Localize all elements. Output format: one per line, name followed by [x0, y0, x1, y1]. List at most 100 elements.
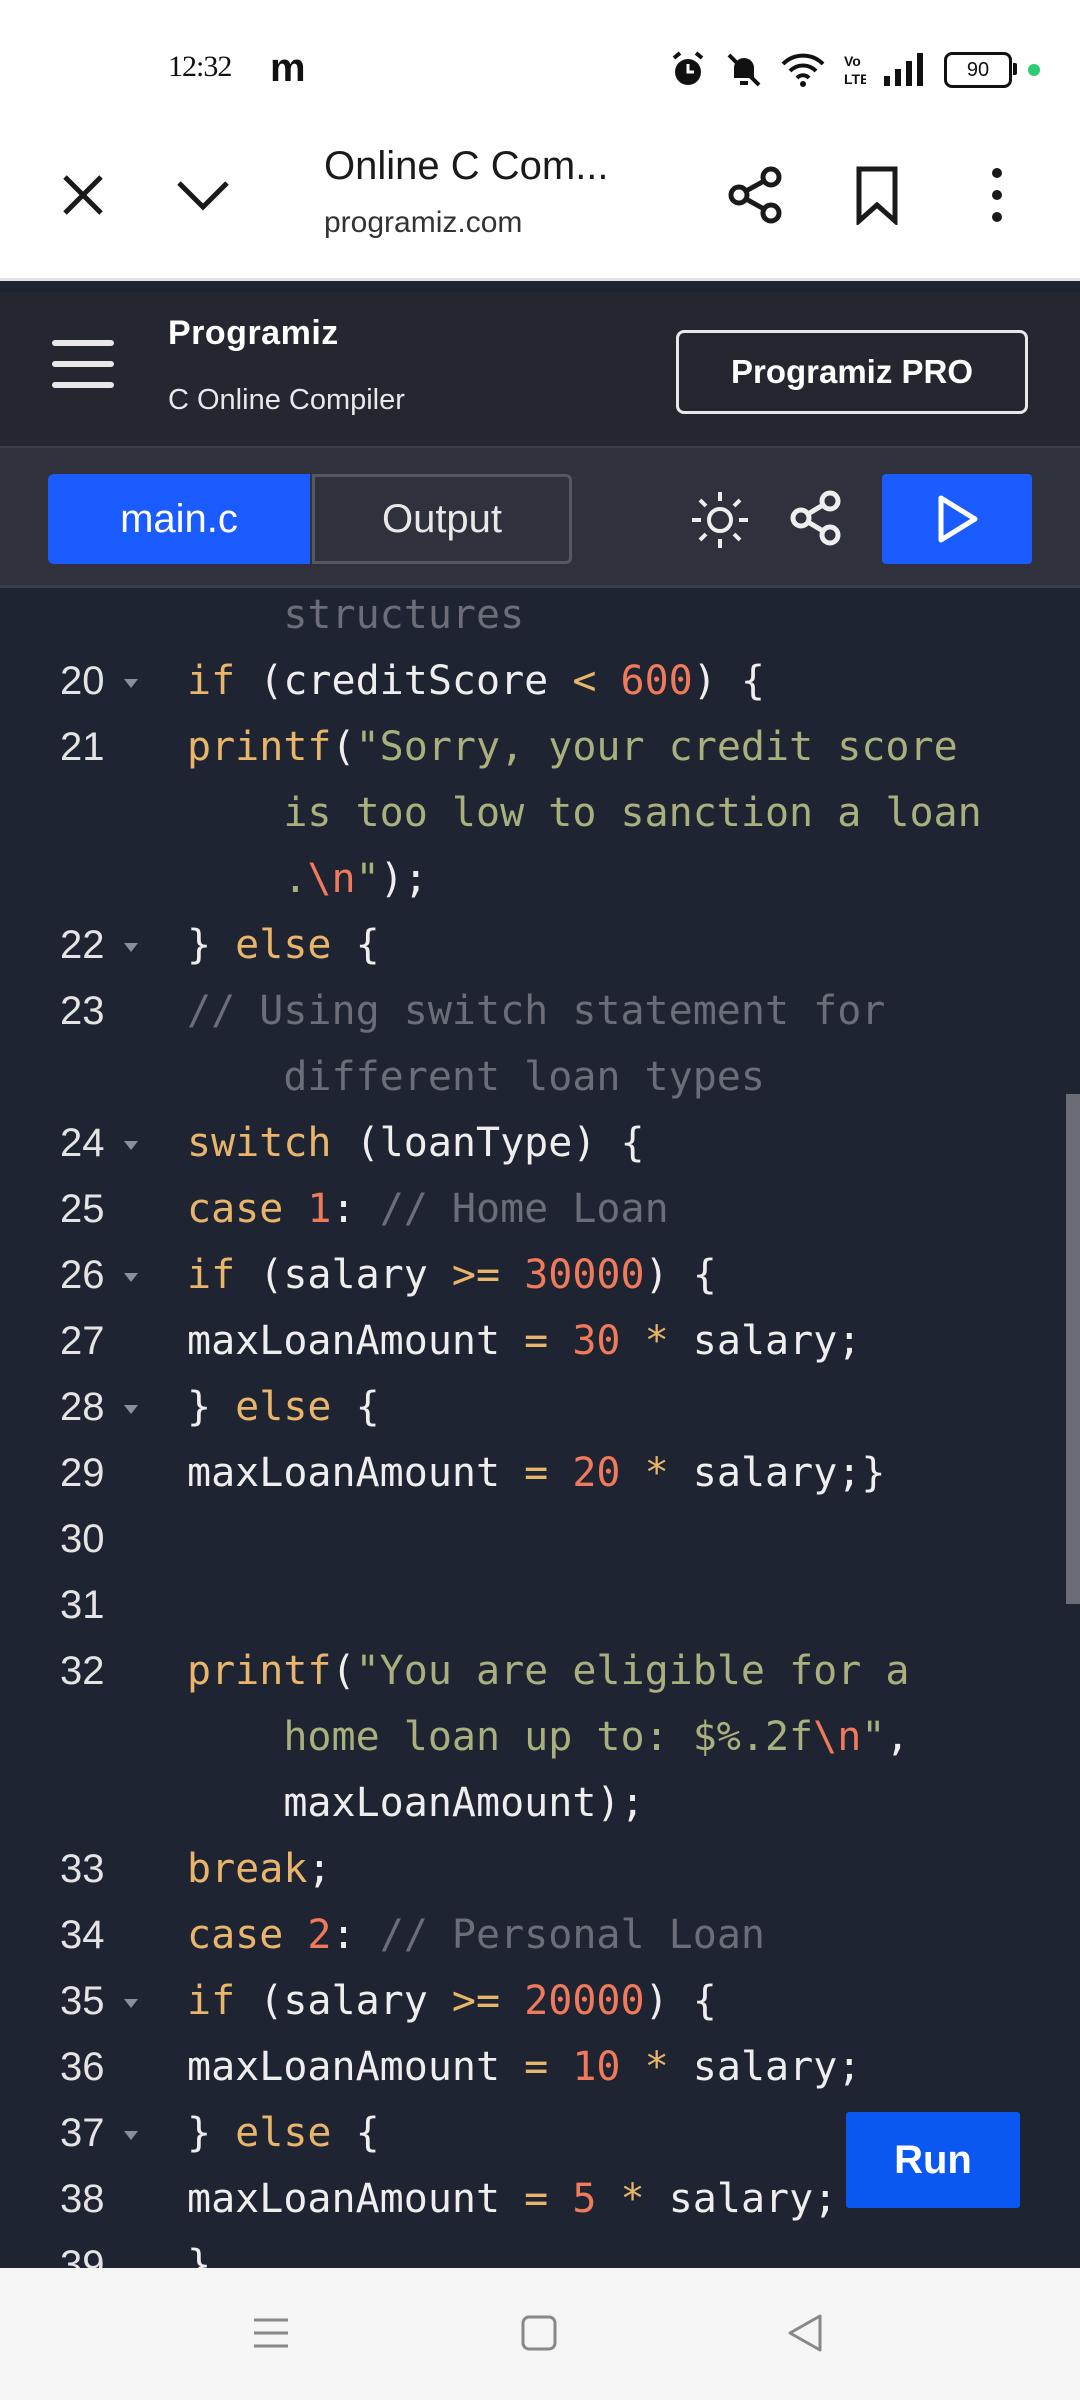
run-button[interactable]: Run [846, 2112, 1020, 2208]
code-text: if (creditScore < 600) { [187, 648, 765, 714]
code-line[interactable]: different loan types [0, 1044, 1080, 1110]
code-line[interactable]: 32 printf("You are eligible for a [0, 1638, 1080, 1704]
code-token-num: 20000 [524, 1978, 645, 2024]
code-token-fn: printf [187, 1648, 332, 1694]
code-token-pl: salary; [644, 2176, 838, 2222]
share-code-icon[interactable] [786, 488, 850, 552]
code-line[interactable]: 21 printf("Sorry, your credit score [0, 714, 1080, 780]
line-number: 34 [60, 1913, 105, 1957]
fold-arrow-icon[interactable] [124, 679, 138, 688]
code-line[interactable]: .\n"); [0, 846, 1080, 912]
code-line[interactable]: structures [0, 588, 1080, 648]
code-line[interactable]: 26 if (salary >= 30000) { [0, 1242, 1080, 1308]
line-number: 25 [60, 1187, 105, 1231]
code-text: is too low to sanction a loan [187, 780, 981, 846]
fold-arrow-icon[interactable] [124, 1999, 138, 2008]
alarm-icon [672, 51, 704, 85]
code-line[interactable]: 20 if (creditScore < 600) { [0, 648, 1080, 714]
code-text: switch (loanType) { [187, 1110, 645, 1176]
home-icon[interactable] [514, 2308, 564, 2358]
code-line[interactable]: 28} else { [0, 1374, 1080, 1440]
svg-text:LTE: LTE [844, 71, 866, 87]
code-token-pl: salary; [668, 2044, 862, 2090]
code-text: } else { [187, 1374, 380, 1440]
code-token-cm: // Home Loan [379, 1186, 669, 1232]
code-line[interactable]: 23 // Using switch statement for [0, 978, 1080, 1044]
code-token-kw: if [187, 658, 236, 704]
code-text: if (salary >= 20000) { [187, 1968, 717, 2034]
code-line[interactable]: home loan up to: $%.2f\n", [0, 1704, 1080, 1770]
line-number: 20 [60, 659, 105, 703]
code-line[interactable]: 31 [0, 1572, 1080, 1638]
code-line[interactable]: is too low to sanction a loan [0, 780, 1080, 846]
more-options-icon[interactable] [962, 160, 1032, 230]
code-token-pl: maxLoanAmount [187, 1450, 525, 1496]
code-line[interactable]: 34 case 2: // Personal Loan [0, 1902, 1080, 1968]
code-token-num: \n [307, 856, 356, 902]
line-number: 32 [60, 1649, 105, 1693]
code-line[interactable]: 22} else { [0, 912, 1080, 978]
code-line[interactable]: 25 case 1: // Home Loan [0, 1176, 1080, 1242]
code-line[interactable]: 24 switch (loanType) { [0, 1110, 1080, 1176]
code-line[interactable]: 39} [0, 2232, 1080, 2268]
code-token-op: * [620, 2176, 645, 2222]
line-number: 24 [60, 1121, 105, 1165]
line-number: 22 [60, 923, 105, 967]
bookmark-icon[interactable] [842, 160, 912, 230]
code-token-pl: : [331, 1186, 380, 1232]
fold-arrow-icon[interactable] [124, 1405, 138, 1414]
volte-icon: Vo LTE [844, 53, 866, 87]
code-token-kw: break [187, 1846, 308, 1892]
programiz-pro-button[interactable]: Programiz PRO [676, 330, 1028, 414]
status-time: 12:32 [168, 50, 232, 83]
code-text: printf("Sorry, your credit score [187, 714, 958, 780]
notification-app-icon: m [270, 46, 306, 90]
code-token-num: 1 [307, 1186, 332, 1232]
fold-arrow-icon[interactable] [124, 2131, 138, 2140]
tab-main-c[interactable]: main.c [48, 474, 310, 564]
code-line[interactable]: 35 if (salary >= 20000) { [0, 1968, 1080, 2034]
code-token-pl: (creditScore [235, 658, 573, 704]
run-play-button[interactable] [882, 474, 1032, 564]
fold-arrow-icon[interactable] [124, 1273, 138, 1282]
code-line[interactable]: 27 maxLoanAmount = 30 * salary; [0, 1308, 1080, 1374]
page-url[interactable]: programiz.com [324, 206, 522, 240]
scrollbar-thumb[interactable] [1066, 1094, 1080, 1604]
recent-apps-icon[interactable] [246, 2308, 296, 2358]
line-number: 27 [60, 1319, 105, 1363]
code-token-pl: (salary [235, 1978, 452, 2024]
signal-icon [884, 53, 923, 86]
code-token-pl: } [187, 1384, 236, 1430]
code-token-num: 30000 [524, 1252, 645, 1298]
code-text: printf("You are eligible for a [187, 1638, 909, 1704]
back-icon[interactable] [780, 2308, 830, 2358]
chevron-down-icon[interactable] [168, 160, 238, 230]
fold-arrow-icon[interactable] [124, 943, 138, 952]
programiz-logo[interactable]: Programiz [168, 314, 339, 353]
code-line[interactable]: 33 break; [0, 1836, 1080, 1902]
fold-arrow-icon[interactable] [124, 1141, 138, 1150]
menu-icon[interactable] [52, 340, 114, 388]
close-icon[interactable] [48, 160, 118, 230]
code-editor[interactable]: structures 20 if (creditScore < 600) {21 pr… [0, 588, 1080, 2268]
share-icon[interactable] [720, 160, 790, 230]
code-token-pl: : [331, 1912, 380, 1958]
code-line[interactable]: 29 maxLoanAmount = 20 * salary;} [0, 1440, 1080, 1506]
theme-toggle-sun-icon[interactable] [688, 488, 752, 552]
wifi-icon [781, 53, 825, 87]
code-text: .\n"); [187, 846, 428, 912]
code-token-kw: if [187, 1978, 236, 2024]
code-token-pl: ) { [692, 658, 766, 704]
code-line[interactable]: 30 [0, 1506, 1080, 1572]
code-token-str: " [355, 856, 380, 902]
code-line[interactable]: 36 maxLoanAmount = 10 * salary; [0, 2034, 1080, 2100]
code-text: } else { [187, 2100, 380, 2166]
compiler-subtitle: C Online Compiler [168, 384, 405, 416]
code-token-pl: ( [331, 724, 356, 770]
code-line[interactable]: maxLoanAmount); [0, 1770, 1080, 1836]
tab-output[interactable]: Output [312, 474, 572, 564]
